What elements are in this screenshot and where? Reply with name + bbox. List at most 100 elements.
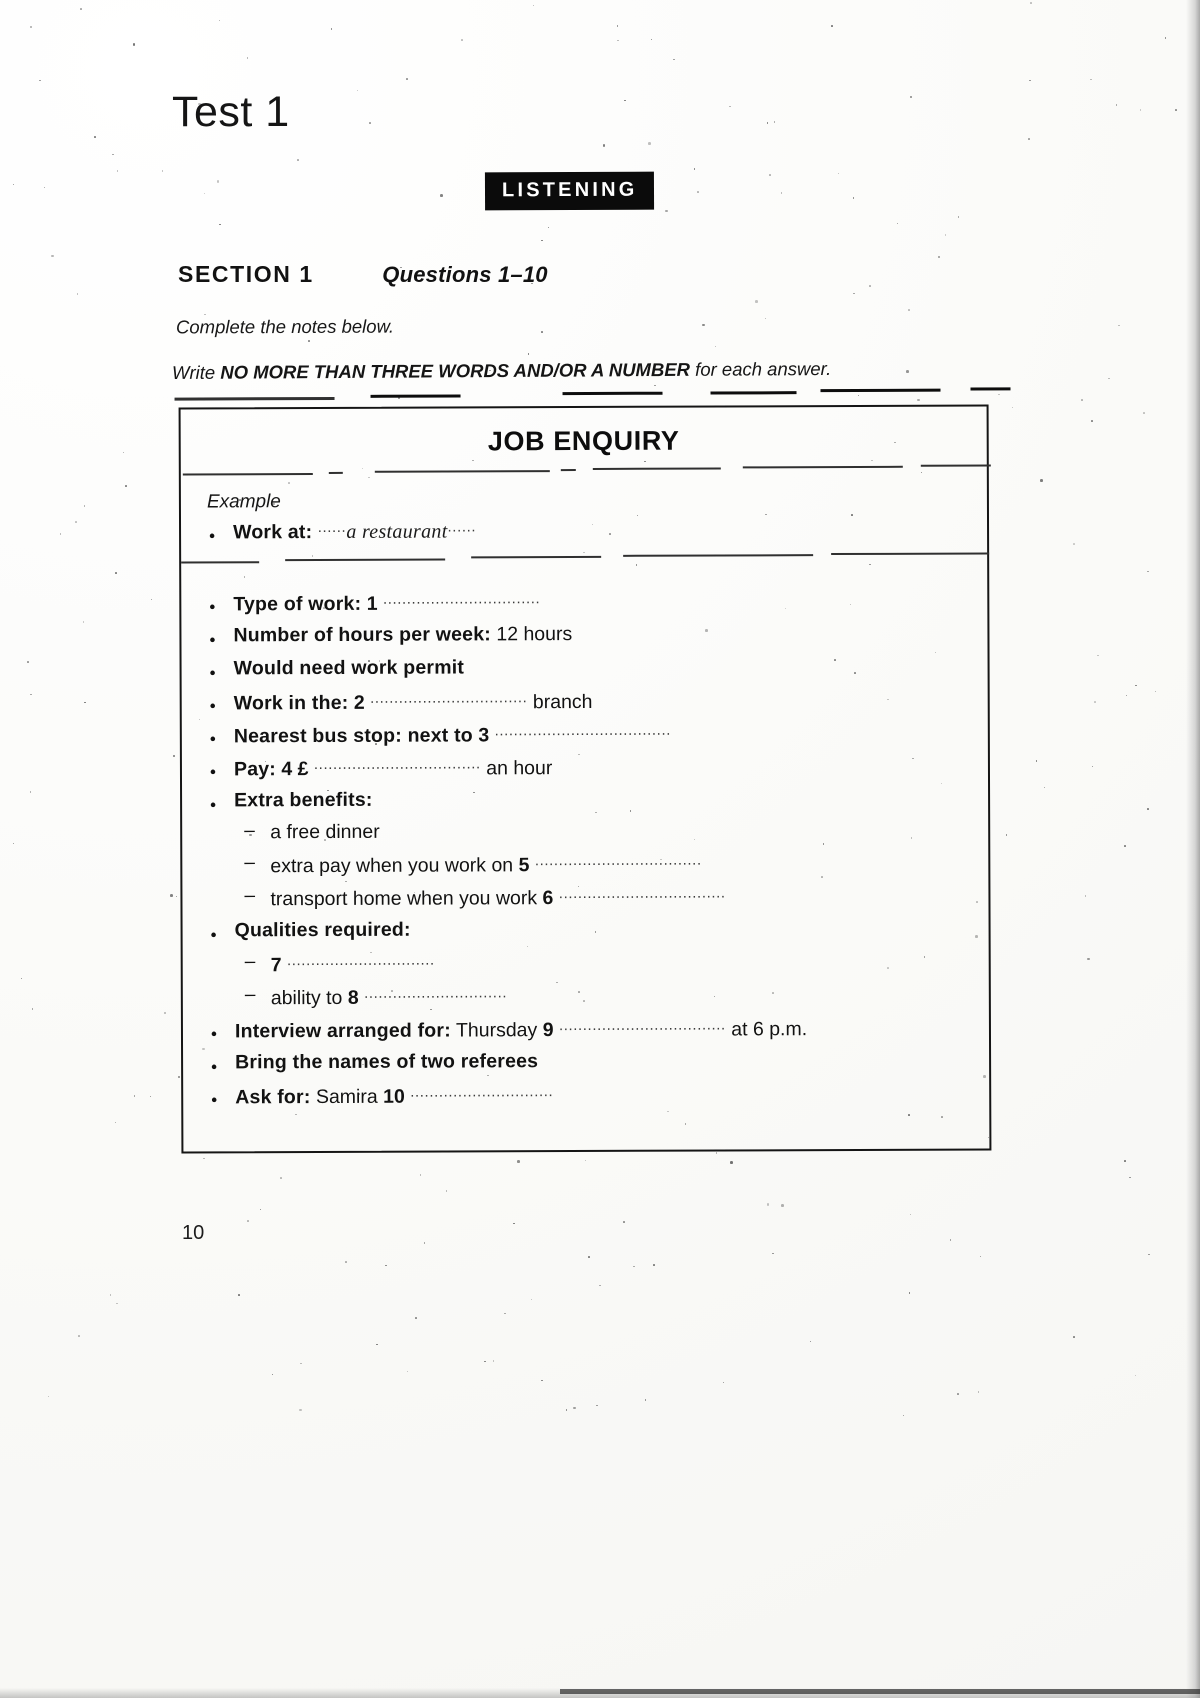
page-title: Test 1 — [172, 88, 290, 136]
dot-leader: ................................... — [558, 1016, 726, 1035]
note-item-quality-7: 7 ............................... — [271, 952, 435, 978]
dash-marker: – — [244, 852, 255, 874]
dot-leader: ................................... — [313, 755, 481, 774]
title-underrule — [592, 467, 721, 470]
example-underrule — [623, 554, 814, 557]
question-number: 7 — [270, 954, 282, 977]
title-underrule — [374, 470, 550, 473]
note-label: Nearest bus stop: next to — [233, 724, 473, 748]
instruction-complete-notes: Complete the notes below. — [175, 315, 395, 338]
note-suffix: an hour — [486, 757, 553, 780]
bullet-marker: • — [209, 696, 216, 716]
instruction-prefix: Write — [171, 361, 221, 384]
bullet-marker: • — [210, 1024, 217, 1044]
title-underrule — [328, 471, 343, 474]
question-number: 5 — [518, 854, 530, 877]
bullet-marker: • — [209, 597, 216, 617]
note-item-bring-referees: Bring the names of two referees — [235, 1050, 538, 1074]
note-item-qualities-required: Qualities required: — [235, 919, 411, 943]
note-item-extra-pay: extra pay when you work on 5 ...........… — [270, 852, 701, 879]
example-underrule — [285, 558, 446, 561]
section-heading-row: SECTION 1 Questions 1–10 — [178, 261, 878, 288]
question-number: 1 — [366, 592, 378, 615]
note-prefix: transport home when you work — [270, 887, 538, 911]
note-prefix: Thursday — [455, 1019, 538, 1042]
title-underrule — [182, 473, 313, 476]
question-number: 6 — [542, 887, 554, 910]
note-item-type-of-work: Type of work: 1 ........................… — [233, 590, 540, 616]
note-label: Would need work permit — [233, 656, 465, 680]
bullet-marker: • — [209, 762, 216, 782]
scan-edge-shadow-right — [1186, 0, 1200, 1698]
example-underrule — [181, 561, 260, 564]
section-label: SECTION 1 — [178, 261, 314, 287]
note-label: Work in the: — [233, 691, 349, 715]
note-prefix: Samira — [315, 1085, 378, 1109]
example-underrule — [471, 555, 602, 558]
note-item-ability-to: ability to 8 ...........................… — [271, 984, 507, 1010]
instruction-emphasis: NO MORE THAN THREE WORDS AND/OR A NUMBER — [220, 358, 691, 383]
scan-rule-fragment — [710, 391, 797, 395]
question-number: 8 — [347, 986, 359, 1009]
dot-leader: ................................. — [382, 590, 541, 608]
title-underrule — [560, 469, 576, 471]
title-underrule — [742, 465, 903, 468]
bullet-marker: • — [210, 795, 217, 815]
question-number: 9 — [542, 1019, 554, 1042]
example-item: Work at: ......a restaurant...... — [233, 518, 476, 544]
bullet-marker: • — [209, 630, 216, 650]
bullet-marker: • — [209, 729, 216, 749]
scan-rule-fragment — [370, 394, 461, 398]
dot-leader: ................................... — [558, 884, 726, 903]
note-prefix: ability to — [270, 986, 343, 1010]
scan-rule-fragment — [174, 396, 335, 401]
notes-box-title: JOB ENQUIRY — [487, 425, 680, 457]
example-label: Example — [206, 491, 281, 513]
note-prefix: extra pay when you work on — [270, 854, 514, 878]
note-label: Qualities required: — [234, 918, 411, 942]
page-number: 10 — [182, 1222, 205, 1244]
note-item-nearest-bus-stop: Nearest bus stop: next to 3 ............… — [234, 722, 671, 749]
example-underrule — [831, 552, 990, 555]
dot-leader: ...... — [317, 518, 347, 537]
instruction-word-limit: Write NO MORE THAN THREE WORDS AND/OR A … — [172, 358, 831, 384]
example-answer-handwritten: a restaurant — [346, 520, 448, 543]
example-item-label: Work at: — [233, 521, 313, 544]
question-number: 3 — [478, 724, 490, 747]
note-label: Bring the names of two referees — [235, 1050, 539, 1074]
note-label: Type of work: — [233, 592, 362, 616]
scan-rule-fragment — [970, 387, 1011, 391]
note-item-hours-per-week: Number of hours per week: 12 hours — [233, 623, 572, 647]
note-label: Pay: — [233, 758, 277, 781]
dot-leader: .............................. — [410, 1083, 554, 1101]
note-item-free-dinner: a free dinner — [270, 821, 380, 844]
scan-rule-fragment — [562, 391, 663, 396]
note-suffix: branch — [532, 690, 593, 714]
dash-marker: – — [244, 820, 255, 842]
dash-marker: – — [244, 984, 256, 1006]
dot-leader: ................................. — [370, 689, 528, 707]
dot-leader: ..................................... — [494, 721, 672, 740]
note-label: Ask for: — [235, 1086, 311, 1109]
scan-edge-dark-strip — [560, 1689, 1200, 1694]
dot-leader: ............................... — [286, 951, 435, 970]
dash-marker: – — [244, 885, 256, 907]
questions-range-label: Questions 1–10 — [382, 262, 548, 287]
page-content: Test 1 LISTENING SECTION 1 Questions 1–1… — [0, 0, 1200, 1698]
notes-list: • Type of work: 1 .......................… — [181, 406, 987, 1109]
question-number: 10 — [383, 1085, 405, 1108]
dot-leader: ................................... — [534, 851, 702, 870]
listening-badge: LISTENING — [484, 171, 655, 211]
note-suffix: at 6 p.m. — [731, 1018, 808, 1041]
bullet-marker: • — [209, 526, 216, 546]
note-item-work-permit: Would need work permit — [234, 656, 465, 680]
scan-rule-fragment — [820, 388, 941, 393]
bullet-marker: • — [210, 925, 217, 945]
note-label: Interview arranged for: — [234, 1019, 451, 1043]
dash-marker: – — [244, 951, 256, 973]
note-item-transport-home: transport home when you work 6 .........… — [270, 884, 725, 911]
note-label: Number of hours per week: — [233, 623, 491, 647]
title-underrule — [920, 464, 991, 467]
note-item-extra-benefits: Extra benefits: — [234, 789, 373, 813]
note-label: Extra benefits: — [234, 788, 373, 812]
